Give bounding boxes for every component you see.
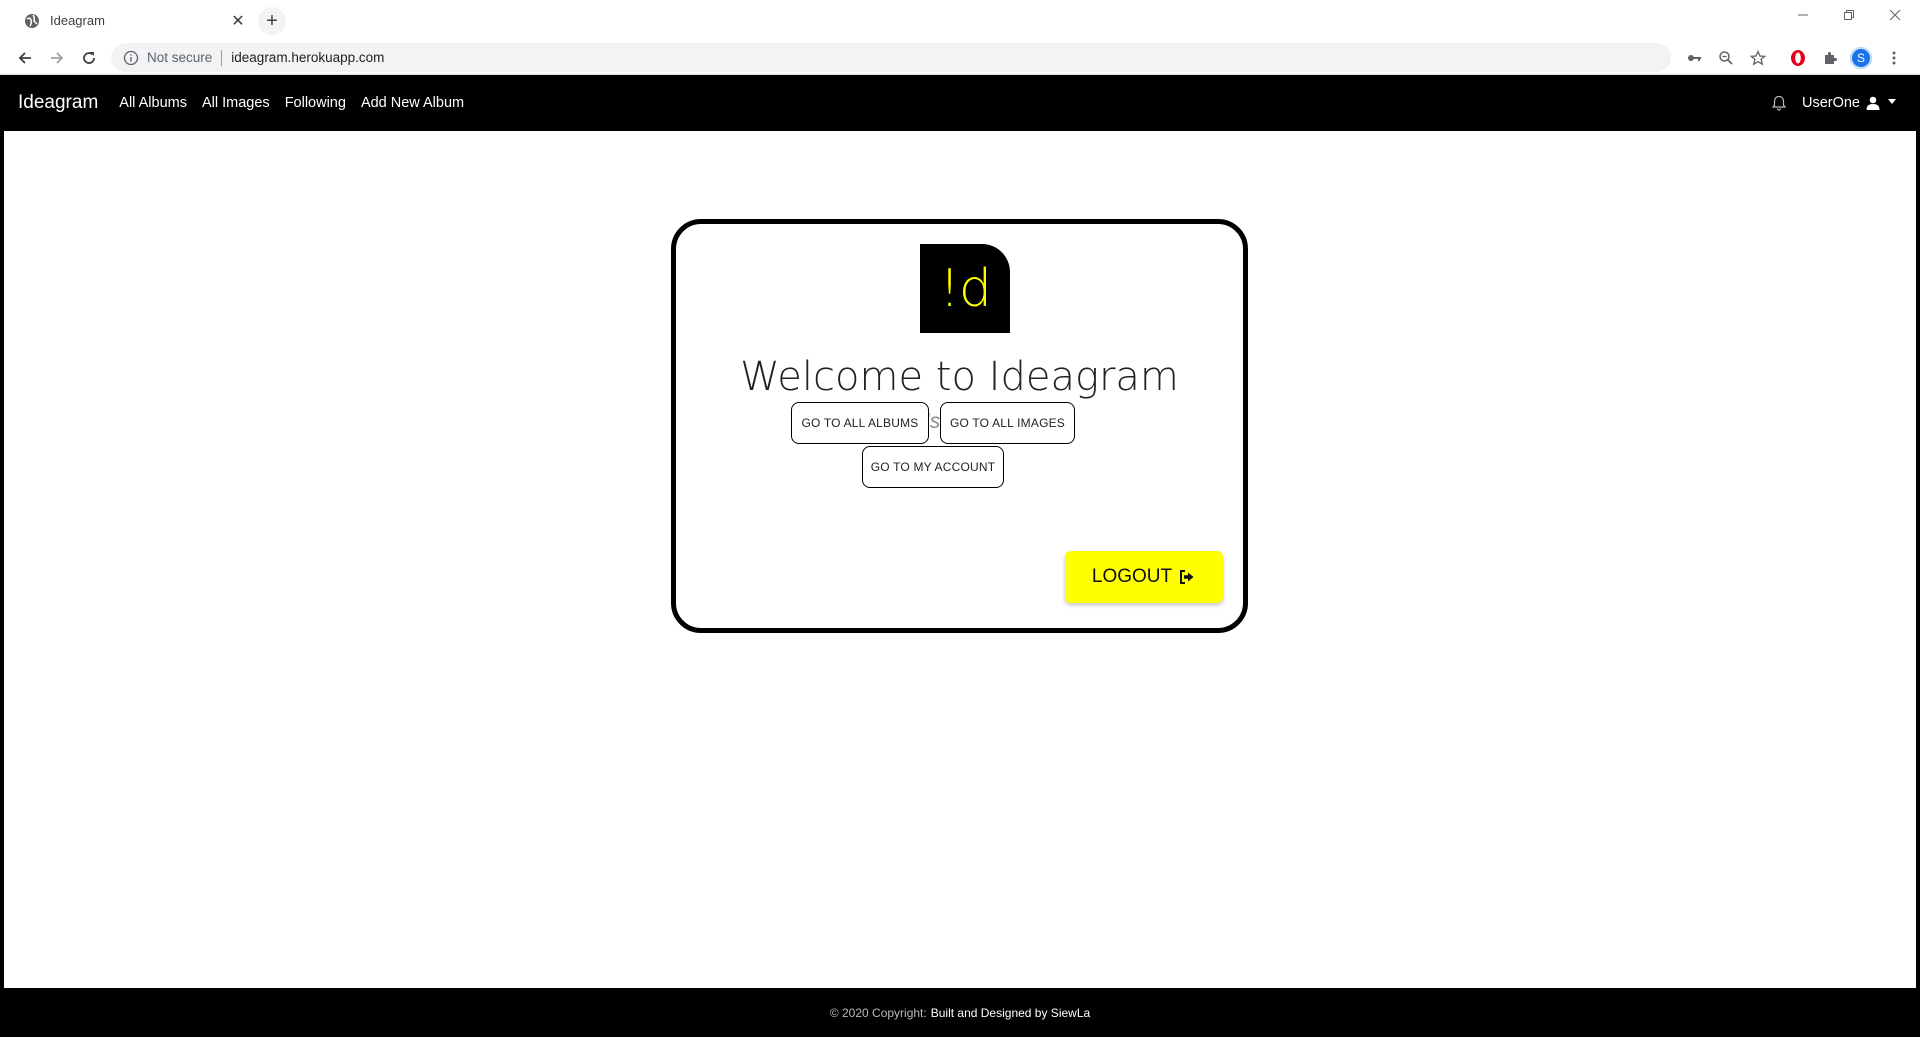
extensions-puzzle-icon[interactable] xyxy=(1818,46,1842,70)
back-icon[interactable] xyxy=(12,45,38,71)
close-tab-icon[interactable]: ✕ xyxy=(228,11,248,31)
url-text: ideagram.herokuapp.com xyxy=(231,50,385,65)
go-to-all-albums-button[interactable]: GO TO ALL ALBUMS xyxy=(791,402,929,444)
page-footer: © 2020 Copyright: Built and Designed by … xyxy=(0,988,1920,1037)
globe-icon xyxy=(24,13,40,29)
go-to-all-images-button[interactable]: GO TO ALL IMAGES xyxy=(940,402,1075,444)
go-to-my-account-button[interactable]: GO TO MY ACCOUNT xyxy=(862,446,1004,488)
chevron-down-icon[interactable] xyxy=(1888,99,1896,104)
security-label: Not secure xyxy=(147,50,213,65)
new-tab-button[interactable]: + xyxy=(258,7,286,35)
opera-extension-icon[interactable] xyxy=(1786,46,1810,70)
minimize-icon[interactable] xyxy=(1780,0,1826,30)
nav-link-all-images[interactable]: All Images xyxy=(202,95,270,111)
footer-copyright: © 2020 Copyright: xyxy=(829,1005,927,1020)
browser-tabbar: Ideagram ✕ + xyxy=(0,0,1920,42)
tab-title: Ideagram xyxy=(50,13,105,28)
sign-out-icon xyxy=(1178,568,1196,586)
close-window-icon[interactable] xyxy=(1872,0,1918,30)
profile-avatar[interactable]: S xyxy=(1849,46,1873,70)
address-bar[interactable]: Not secure ideagram.herokuapp.com xyxy=(111,43,1671,72)
profile-initial: S xyxy=(1850,47,1872,69)
user-icon xyxy=(1866,96,1880,110)
nav-link-following[interactable]: Following xyxy=(285,95,346,111)
reload-icon[interactable] xyxy=(76,45,102,71)
welcome-card: !d Welcome to Ideagram UserOne! GO TO AL… xyxy=(671,219,1248,633)
user-menu[interactable]: UserOne xyxy=(1770,75,1896,131)
browser-toolbar: Not secure ideagram.herokuapp.com S xyxy=(0,41,1920,75)
address-divider xyxy=(221,49,223,66)
logout-button[interactable]: LOGOUT xyxy=(1065,551,1223,603)
logout-label: LOGOUT xyxy=(1091,566,1173,587)
key-icon[interactable] xyxy=(1683,47,1705,69)
nav-link-all-albums[interactable]: All Albums xyxy=(119,95,187,111)
info-icon[interactable] xyxy=(123,50,139,66)
ideagram-logo: !d xyxy=(920,244,1010,333)
nav-link-add-new-album[interactable]: Add New Album xyxy=(361,95,464,111)
app-navbar: Ideagram All Albums All Images Following… xyxy=(0,75,1920,131)
kebab-menu-icon[interactable] xyxy=(1882,46,1906,70)
user-menu-name[interactable]: UserOne xyxy=(1802,95,1860,111)
zoom-icon[interactable] xyxy=(1715,47,1737,69)
footer-credit: Built and Designed by SiewLa xyxy=(930,1005,1091,1020)
forward-icon[interactable] xyxy=(44,45,70,71)
bookmark-star-icon[interactable] xyxy=(1747,47,1769,69)
notification-bell-icon[interactable] xyxy=(1770,94,1788,112)
welcome-title: Welcome to Ideagram xyxy=(740,354,1179,400)
restore-icon[interactable] xyxy=(1826,0,1872,30)
browser-tab[interactable]: Ideagram ✕ xyxy=(12,0,252,41)
navbar-brand[interactable]: Ideagram xyxy=(18,92,98,114)
